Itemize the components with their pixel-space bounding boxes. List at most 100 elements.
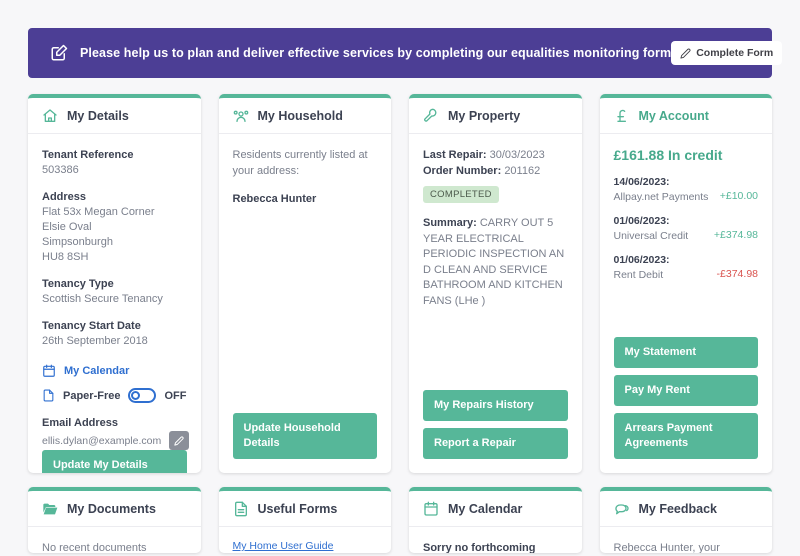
transaction-amount: +£10.00 <box>719 190 758 202</box>
card-body: £161.88 In credit 14/06/2023: Allpay.net… <box>600 134 773 473</box>
summary-row: Summary: CARRY OUT 5 YEAR ELECTRICAL PER… <box>423 216 568 309</box>
transaction-description: Rent Debit <box>613 269 664 281</box>
summary-value: CARRY OUT 5 YEAR ELECTRICAL PERIODIC INS… <box>423 217 565 307</box>
card-body: Last Repair: 30/03/2023 Order Number: 20… <box>409 134 582 473</box>
card-header: Useful Forms <box>218 491 391 527</box>
card-body: My Home User Guide <box>219 527 392 553</box>
pay-my-rent-button[interactable]: Pay My Rent <box>613 375 758 406</box>
home-icon <box>43 109 57 122</box>
equalities-monitoring-banner: Please help us to plan and deliver effec… <box>28 28 783 78</box>
transaction-description: Universal Credit <box>613 230 689 242</box>
my-home-user-guide-link[interactable]: My Home User Guide <box>233 540 378 552</box>
transaction-row: 01/06/2023: Universal Credit +£374.98 <box>614 214 759 243</box>
card-title: My Documents <box>67 502 156 516</box>
address-line: Flat 53x Megan Corner <box>42 206 155 218</box>
transaction-row: 01/06/2023: Rent Debit -£374.98 <box>614 253 759 282</box>
my-repairs-history-button[interactable]: My Repairs History <box>423 390 568 421</box>
card-useful-forms: Useful Forms My Home User Guide <box>218 487 392 553</box>
update-household-details-button[interactable]: Update Household Details <box>232 413 377 459</box>
card-my-property: My Property Last Repair: 30/03/2023 Orde… <box>409 94 582 473</box>
wrench-icon <box>424 108 437 122</box>
email-block: Email Address ellis.dylan@example.com <box>42 415 190 450</box>
calendar-empty-text: Sorry no forthcoming events <box>423 542 536 553</box>
account-balance: £161.88 In credit <box>613 147 723 163</box>
tenancy-start-label: Tenancy Start Date <box>42 320 141 332</box>
order-number-row: Order Number: 201162 <box>423 163 568 179</box>
complete-form-button[interactable]: Complete Form <box>671 41 783 65</box>
arrears-payment-agreements-button[interactable]: Arrears Payment Agreements <box>613 413 758 459</box>
transaction-amount: +£374.98 <box>713 229 758 241</box>
card-my-details: My Details Tenant Reference 503386 Addre… <box>28 94 201 473</box>
tenancy-type-block: Tenancy Type Scottish Secure Tenancy <box>42 276 187 307</box>
calendar-icon <box>424 501 438 516</box>
report-a-repair-button[interactable]: Report a Repair <box>423 428 568 459</box>
card-header: My Property <box>409 98 582 134</box>
transaction-row: 14/06/2023: Allpay.net Payments +£10.00 <box>614 175 759 204</box>
pound-icon <box>616 109 626 122</box>
email-row: ellis.dylan@example.com <box>42 431 190 450</box>
card-my-documents: My Documents No recent documents <box>28 487 201 553</box>
tenant-reference-label: Tenant Reference <box>42 149 134 161</box>
my-calendar-link[interactable]: My Calendar <box>42 364 187 378</box>
address-block: Address Flat 53x Megan Corner Elsie Oval… <box>42 189 187 265</box>
my-statement-button[interactable]: My Statement <box>613 337 758 368</box>
transaction-date: 14/06/2023: <box>613 176 670 188</box>
transaction-date: 01/06/2023: <box>613 215 670 227</box>
card-title: My Feedback <box>638 502 718 516</box>
toggle-knob <box>131 391 141 400</box>
paper-free-toggle[interactable] <box>128 388 157 403</box>
update-my-details-button[interactable]: Update My Details <box>42 450 187 473</box>
cards-grid: My Details Tenant Reference 503386 Addre… <box>28 94 772 553</box>
address-line: HU8 8SH <box>42 251 89 263</box>
folder-icon <box>43 503 58 515</box>
paper-free-state: OFF <box>164 389 187 402</box>
tenant-reference-block: Tenant Reference 503386 <box>42 147 187 178</box>
card-title: My Account <box>638 109 709 123</box>
card-body: Tenant Reference 503386 Address Flat 53x… <box>28 134 201 473</box>
card-header: My Account <box>599 98 772 134</box>
card-my-household: My Household Residents currently listed … <box>218 94 391 473</box>
order-number-label: Order Number: <box>423 165 502 177</box>
edit-form-icon <box>51 44 68 61</box>
my-calendar-label: My Calendar <box>64 365 130 377</box>
transaction-amount: -£374.98 <box>716 268 758 280</box>
tenancy-start-block: Tenancy Start Date 26th September 2018 <box>42 318 187 349</box>
card-title: My Details <box>67 109 129 123</box>
pencil-icon <box>680 48 691 59</box>
pencil-icon <box>174 435 184 446</box>
resident-name: Rebecca Hunter <box>232 193 317 205</box>
card-my-feedback: My Feedback Rebecca Hunter, your feedbac… <box>599 487 773 553</box>
dashboard-page: Please help us to plan and deliver effec… <box>0 28 800 556</box>
card-header: My Feedback <box>599 491 772 527</box>
tenancy-type-value: Scottish Secure Tenancy <box>42 293 163 305</box>
email-value: ellis.dylan@example.com <box>42 434 162 447</box>
tenant-reference-value: 503386 <box>42 164 79 176</box>
card-header: My Details <box>28 98 201 134</box>
card-title: Useful Forms <box>257 502 338 516</box>
last-repair-value: 30/03/2023 <box>489 149 545 161</box>
address-line: Simpsonburgh <box>42 236 113 248</box>
paper-free-label: Paper-Free <box>63 389 121 402</box>
complete-form-label: Complete Form <box>696 47 774 59</box>
tenancy-start-value: 26th September 2018 <box>42 335 148 347</box>
card-title: My Calendar <box>448 502 523 516</box>
card-header: My Household <box>218 98 391 134</box>
card-header: My Documents <box>28 491 201 527</box>
feedback-intro: Rebecca Hunter, your feedback <box>613 542 720 553</box>
card-my-calendar: My Calendar Sorry no forthcoming events <box>409 487 582 553</box>
card-header: My Calendar <box>409 491 582 527</box>
card-body: Rebecca Hunter, your feedback <box>600 527 773 553</box>
address-line: Elsie Oval <box>42 221 92 233</box>
calendar-icon <box>43 364 55 377</box>
tenancy-type-label: Tenancy Type <box>42 278 114 290</box>
card-body: No recent documents <box>28 527 201 553</box>
paper-free-row: Paper-Free OFF <box>42 388 187 403</box>
email-label: Email Address <box>42 417 119 429</box>
status-badge: COMPLETED <box>423 186 499 203</box>
documents-empty-text: No recent documents <box>42 542 147 553</box>
address-label: Address <box>42 191 87 203</box>
transaction-description: Allpay.net Payments <box>613 191 709 203</box>
card-body: Sorry no forthcoming events <box>409 527 582 553</box>
edit-email-button[interactable] <box>169 431 190 450</box>
